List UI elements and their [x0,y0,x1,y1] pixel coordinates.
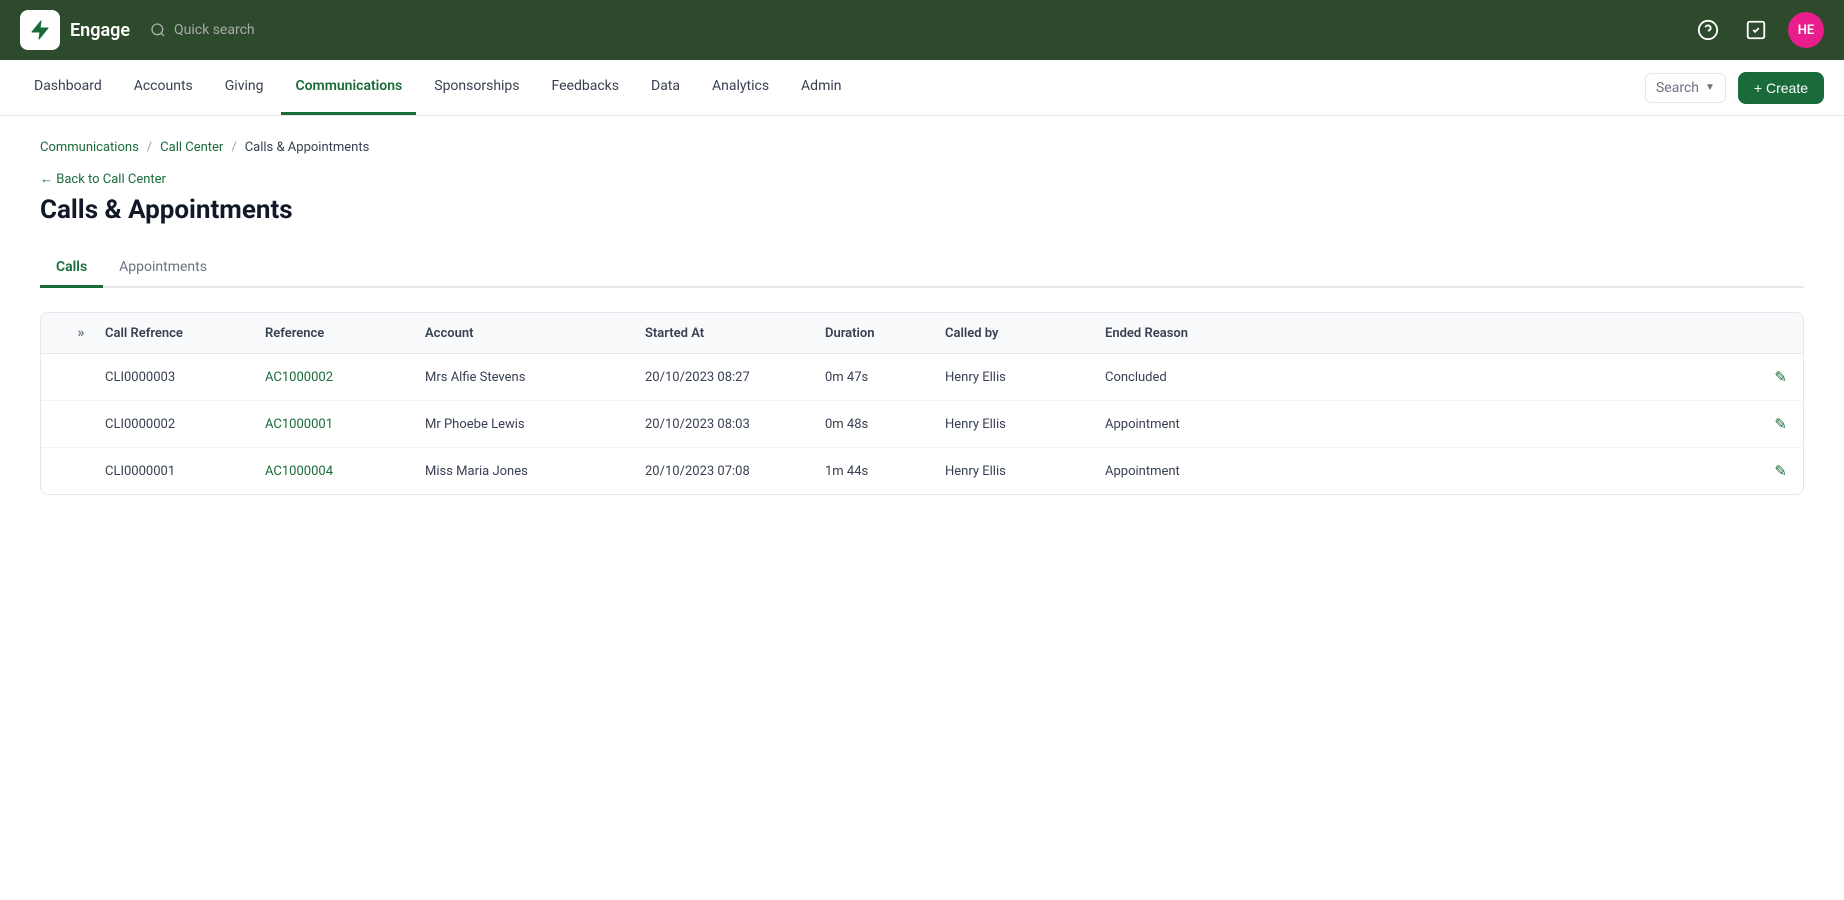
cell-called-by-3: Henry Ellis [945,464,1105,479]
cell-reference-3[interactable]: AC1000004 [265,464,425,479]
breadcrumb-current: Calls & Appointments [245,140,370,155]
chevron-down-icon: ▼ [1705,82,1715,93]
search-dropdown[interactable]: Search ▼ [1645,73,1726,103]
breadcrumb-communications[interactable]: Communications [40,140,139,155]
cell-ended-reason-1: Concluded [1105,370,1739,385]
logo-icon [20,10,60,50]
breadcrumb: Communications / Call Center / Calls & A… [40,140,1804,155]
header-account: Account [425,326,645,341]
create-button[interactable]: + Create [1738,72,1824,104]
cell-started-at-2: 20/10/2023 08:03 [645,417,825,432]
secondary-nav: Dashboard Accounts Giving Communications… [0,60,1844,116]
nav-item-admin[interactable]: Admin [787,60,855,115]
cell-actions-1: ✎ [1739,368,1787,386]
edit-icon-3[interactable]: ✎ [1774,462,1787,480]
nav-item-communications[interactable]: Communications [281,60,416,115]
main-content: Communications / Call Center / Calls & A… [0,116,1844,900]
edit-icon-2[interactable]: ✎ [1774,415,1787,433]
avatar[interactable]: HE [1788,12,1824,48]
cell-call-ref-1: CLI0000003 [105,370,265,385]
cell-call-ref-3: CLI0000001 [105,464,265,479]
back-link[interactable]: ← Back to Call Center [40,171,1804,187]
cell-duration-2: 0m 48s [825,417,945,432]
cell-actions-2: ✎ [1739,415,1787,433]
tab-calls[interactable]: Calls [40,249,103,288]
double-chevron-icon: » [78,325,85,341]
cell-call-ref-2: CLI0000002 [105,417,265,432]
cell-account-1: Mrs Alfie Stevens [425,370,645,385]
cell-started-at-1: 20/10/2023 08:27 [645,370,825,385]
nav-items: Dashboard Accounts Giving Communications… [20,60,856,115]
tabs: Calls Appointments [40,249,1804,288]
top-bar-left: Engage Quick search [20,10,255,50]
app-name: Engage [70,20,130,41]
calls-table: » Call Refrence Reference Account Starte… [40,312,1804,495]
column-toggle[interactable]: » [57,325,105,341]
tab-appointments[interactable]: Appointments [103,249,223,288]
quick-search-label: Quick search [174,22,255,38]
table-row: CLI0000002 AC1000001 Mr Phoebe Lewis 20/… [41,401,1803,448]
nav-right: Search ▼ + Create [1645,72,1824,104]
cell-duration-1: 0m 47s [825,370,945,385]
table-row: CLI0000003 AC1000002 Mrs Alfie Stevens 2… [41,354,1803,401]
search-label: Search [1656,80,1699,96]
nav-item-feedbacks[interactable]: Feedbacks [538,60,633,115]
header-started-at: Started At [645,326,825,341]
cell-duration-3: 1m 44s [825,464,945,479]
header-ended-reason: Ended Reason [1105,326,1739,341]
nav-item-accounts[interactable]: Accounts [120,60,207,115]
quick-search[interactable]: Quick search [150,22,255,38]
nav-item-analytics[interactable]: Analytics [698,60,783,115]
cell-ended-reason-3: Appointment [1105,464,1739,479]
cell-ended-reason-2: Appointment [1105,417,1739,432]
cell-account-2: Mr Phoebe Lewis [425,417,645,432]
top-bar-right: HE [1692,12,1824,48]
header-called-by: Called by [945,326,1105,341]
logo-container[interactable]: Engage [20,10,130,50]
cell-started-at-3: 20/10/2023 07:08 [645,464,825,479]
cell-called-by-2: Henry Ellis [945,417,1105,432]
nav-item-dashboard[interactable]: Dashboard [20,60,116,115]
top-bar: Engage Quick search HE [0,0,1844,60]
breadcrumb-sep-1: / [147,140,152,155]
cell-called-by-1: Henry Ellis [945,370,1105,385]
cell-account-3: Miss Maria Jones [425,464,645,479]
cell-actions-3: ✎ [1739,462,1787,480]
header-reference: Reference [265,326,425,341]
tasks-icon[interactable] [1740,14,1772,46]
table-header: » Call Refrence Reference Account Starte… [41,313,1803,354]
nav-item-data[interactable]: Data [637,60,694,115]
nav-item-giving[interactable]: Giving [211,60,278,115]
header-call-reference: Call Refrence [105,326,265,341]
nav-item-sponsorships[interactable]: Sponsorships [420,60,533,115]
breadcrumb-call-center[interactable]: Call Center [160,140,223,155]
cell-reference-1[interactable]: AC1000002 [265,370,425,385]
cell-reference-2[interactable]: AC1000001 [265,417,425,432]
table-row: CLI0000001 AC1000004 Miss Maria Jones 20… [41,448,1803,494]
page-title: Calls & Appointments [40,195,1804,225]
help-icon[interactable] [1692,14,1724,46]
header-duration: Duration [825,326,945,341]
breadcrumb-sep-2: / [231,140,236,155]
edit-icon-1[interactable]: ✎ [1774,368,1787,386]
